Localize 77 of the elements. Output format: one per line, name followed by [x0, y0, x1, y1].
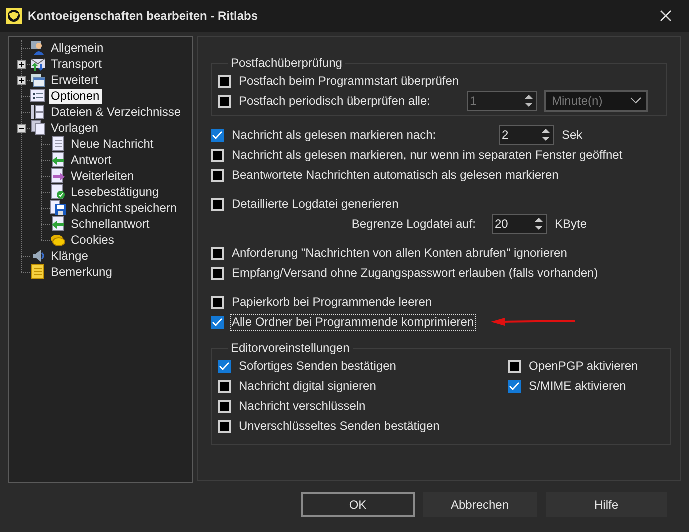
checkbox-label[interactable]: Nachricht als gelesen markieren nach: — [231, 128, 438, 142]
tree-item[interactable]: Nachricht speichern — [69, 200, 180, 216]
checkbox-label[interactable]: Detaillierte Logdatei generieren — [231, 196, 400, 212]
checkbox[interactable] — [211, 246, 224, 260]
checkbox[interactable] — [211, 266, 224, 280]
tree-item[interactable]: Transport — [49, 56, 104, 72]
field-label: Begrenze Logdatei auf: — [350, 217, 477, 231]
dialog-button[interactable]: Abbrechen — [423, 492, 537, 517]
tree-item[interactable]: Cookies — [69, 232, 116, 248]
checkbox[interactable] — [218, 380, 231, 392]
tree-item[interactable]: Vorlagen — [49, 120, 100, 136]
checkbox-label[interactable]: Sofortiges Senden bestätigen — [238, 358, 398, 374]
group-label: Postfachüberprüfung — [230, 56, 344, 70]
floppy-disk-icon — [50, 200, 66, 216]
unit-label: KByte — [555, 217, 588, 231]
window-title: Kontoeigenschaften bearbeiten - Ritlabs — [28, 9, 260, 23]
unit-label: Sek — [562, 128, 583, 142]
checkbox-label[interactable]: OpenPGP aktivieren — [528, 358, 640, 374]
checkbox-label[interactable]: Beantwortete Nachrichten automatisch als gelesen markieren — [231, 168, 560, 182]
checkbox[interactable] — [211, 148, 224, 162]
checkbox[interactable] — [218, 420, 231, 432]
close-icon[interactable] — [659, 9, 673, 23]
envelope-icon — [30, 56, 46, 72]
checkbox-label[interactable]: Nachricht digital signieren — [238, 378, 378, 394]
documents-icon — [30, 104, 46, 120]
checkbox-label[interactable]: S/MIME aktivieren — [528, 378, 628, 394]
document-icon — [50, 136, 66, 152]
spin-field[interactable]: 2 — [499, 125, 554, 145]
group-label: Editorvoreinstellungen — [230, 341, 351, 355]
person-icon — [30, 40, 46, 56]
tree-item[interactable]: Optionen — [49, 88, 102, 104]
documents-icon — [30, 120, 46, 136]
tree-item[interactable]: Weiterleiten — [69, 168, 136, 184]
checkbox[interactable] — [211, 168, 224, 182]
checkbox-label[interactable]: Unverschlüsseltes Senden bestätigen — [238, 418, 441, 434]
list-icon — [30, 88, 46, 104]
checkbox-label[interactable]: Papierkorb bei Programmende leeren — [231, 294, 434, 310]
document-check-icon — [50, 184, 66, 200]
tree-item[interactable]: Allgemein — [49, 40, 106, 56]
checkbox[interactable] — [218, 360, 231, 372]
checkbox-label[interactable]: Alle Ordner bei Programmende komprimieren — [231, 314, 476, 330]
spin-field[interactable]: 20 — [492, 214, 547, 234]
checkbox[interactable] — [508, 380, 521, 392]
note-icon — [30, 264, 46, 280]
checkbox[interactable] — [508, 360, 521, 372]
checkbox-label[interactable]: Anforderung "Nachrichten von allen Konten abrufen" ignorieren — [231, 246, 568, 260]
tree-item[interactable]: Bemerkung — [49, 264, 114, 280]
checkbox-label[interactable]: Nachricht verschlüsseln — [238, 398, 367, 414]
app-logo-icon — [6, 8, 22, 24]
tree-item[interactable]: Dateien & Verzeichnisse — [49, 104, 184, 120]
checkbox[interactable] — [211, 128, 224, 142]
speaker-icon — [30, 248, 46, 264]
expand-icon[interactable] — [16, 60, 26, 68]
spin-arrows-icon[interactable] — [534, 216, 544, 232]
collapse-icon[interactable] — [16, 124, 26, 132]
checkbox[interactable] — [218, 94, 231, 108]
tree-item[interactable]: Erweitert — [49, 72, 100, 88]
checkbox-label[interactable]: Nachricht als gelesen markieren, nur wenn im separaten Fenster geöffnet — [231, 148, 624, 162]
tree-item[interactable]: Lesebestätigung — [69, 184, 162, 200]
dialog-button[interactable]: Hilfe — [546, 492, 667, 517]
checkbox-label[interactable]: Empfang/Versand ohne Zugangspasswort erlauben (falls vorhanden) — [231, 266, 600, 280]
expand-icon[interactable] — [16, 76, 26, 84]
checkbox[interactable] — [218, 74, 231, 88]
tree-item[interactable]: Neue Nachricht — [69, 136, 156, 152]
window-icon — [30, 72, 46, 88]
checkbox[interactable] — [211, 198, 224, 210]
spin-arrows-icon[interactable] — [541, 127, 551, 143]
tree-item[interactable]: Antwort — [69, 152, 114, 168]
checkbox-label[interactable]: Postfach beim Programmstart überprüfen — [238, 74, 460, 88]
tree-item[interactable]: Klänge — [49, 248, 90, 264]
checkbox[interactable] — [211, 296, 224, 308]
coins-icon — [50, 232, 66, 248]
tree-item[interactable]: Schnellantwort — [69, 216, 152, 232]
dialog-button[interactable]: OK — [301, 492, 415, 517]
checkbox-label[interactable]: Postfach periodisch überprüfen alle: — [238, 94, 432, 108]
checkbox[interactable] — [218, 400, 231, 412]
checkbox[interactable] — [211, 316, 224, 328]
